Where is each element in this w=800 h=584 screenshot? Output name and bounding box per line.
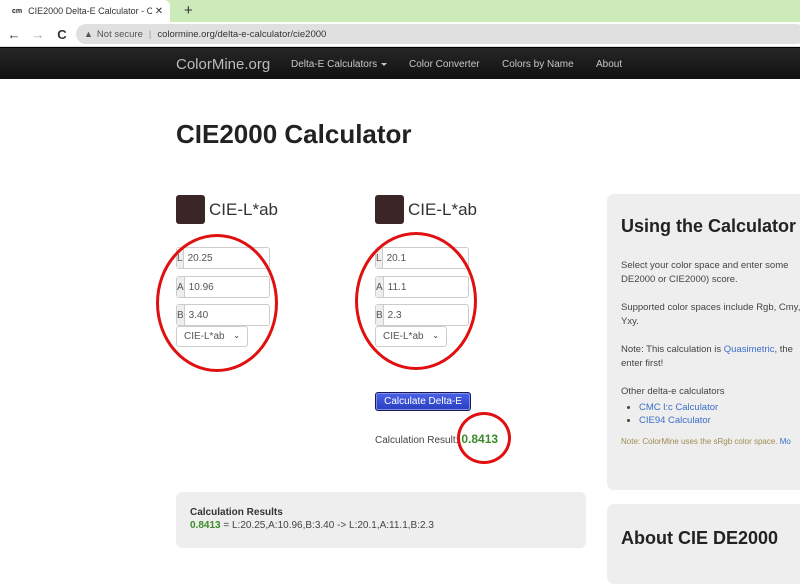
- color-2-space-label: CIE-L*ab: [408, 200, 477, 219]
- chevron-down-icon: ⌄: [233, 331, 240, 340]
- security-status[interactable]: Not secure: [97, 29, 143, 40]
- srgb-note: Note: ColorMine uses the sRgb color spac…: [621, 437, 793, 446]
- caret-down-icon: [381, 62, 388, 66]
- color-1-l-group: L: [176, 247, 320, 269]
- brand-logo[interactable]: ColorMine.org: [176, 56, 270, 73]
- b-addon: B: [376, 305, 384, 325]
- forward-arrow-icon[interactable]: →: [28, 27, 48, 42]
- results-heading: Calculation Results: [190, 507, 283, 518]
- using-calculator-panel: Using the Calculator Select your color s…: [607, 194, 800, 490]
- list-item: CIE94 Calculator: [639, 414, 793, 427]
- new-tab-button[interactable]: +: [184, 2, 193, 19]
- results-line: 0.8413 = L:20.25,A:10.96,B:3.40 -> L:20.…: [190, 520, 572, 531]
- url-text[interactable]: colormine.org/delta-e-calculator/cie2000: [157, 29, 326, 40]
- nav-colors-by-name[interactable]: Colors by Name: [502, 59, 574, 70]
- more-link[interactable]: Mo: [780, 437, 791, 446]
- close-tab-icon[interactable]: ✕: [152, 6, 166, 17]
- chevron-down-icon: ⌄: [432, 331, 439, 340]
- color-1-space-select[interactable]: CIE-L*ab ⌄: [176, 326, 248, 347]
- color-1-b-input[interactable]: [184, 305, 321, 325]
- browser-tab[interactable]: cm CIE2000 Delta-E Calculator - ColorMin…: [0, 0, 170, 22]
- color-1-swatch: [176, 195, 205, 224]
- color-2-a-input[interactable]: [383, 277, 520, 297]
- about-title: About CIE DE2000: [621, 528, 779, 548]
- result-label: Calculation Result:: [375, 435, 459, 446]
- address-bar-row: ← → C ▲ Not secure | colormine.org/delta…: [0, 22, 800, 47]
- cmc-calculator-link[interactable]: CMC l:c Calculator: [639, 402, 718, 413]
- text: , the: [774, 344, 793, 355]
- select-value: CIE-L*ab: [383, 331, 424, 342]
- nav-color-converter[interactable]: Color Converter: [409, 59, 480, 70]
- color-2-space-select[interactable]: CIE-L*ab ⌄: [375, 326, 447, 347]
- results-detail: = L:20.25,A:10.96,B:3.40 -> L:20.1,A:11.…: [220, 520, 434, 531]
- panel-paragraph-2: Supported color spaces include Rgb, Cmy,…: [621, 301, 800, 329]
- nav-about[interactable]: About: [596, 59, 622, 70]
- result-value: 0.8413: [461, 432, 499, 446]
- favicon-icon: cm: [12, 7, 23, 15]
- calculation-results-box: Calculation Results 0.8413 = L:20.25,A:1…: [176, 492, 586, 548]
- url-divider: |: [148, 28, 152, 40]
- color-1-b-group: B: [176, 304, 321, 326]
- quasimetric-link[interactable]: Quasimetric: [724, 344, 775, 355]
- color-2-swatch: [375, 195, 404, 224]
- text: Supported color spaces include Rgb, Cmy,: [621, 302, 800, 313]
- color-2-l-input[interactable]: [382, 248, 519, 268]
- list-item: CMC l:c Calculator: [639, 401, 793, 414]
- color-2-a-group: A: [375, 276, 520, 298]
- other-calculators-heading: Other delta-e calculators: [621, 386, 725, 397]
- reload-icon[interactable]: C: [52, 27, 72, 42]
- a-addon: A: [177, 277, 185, 297]
- page-title: CIE2000 Calculator: [176, 119, 412, 149]
- panel-title: Using the Calculator: [621, 216, 797, 236]
- results-value: 0.8413: [190, 520, 221, 531]
- color-1-space-label: CIE-L*ab: [209, 200, 278, 219]
- panel-paragraph-3: Note: This calculation is Quasimetric, t…: [621, 343, 793, 371]
- site-navbar: ColorMine.org Delta-E Calculators Color …: [0, 47, 800, 79]
- nav-delta-e-calculators[interactable]: Delta-E Calculators: [291, 59, 388, 70]
- select-value: CIE-L*ab: [184, 331, 225, 342]
- tab-title: CIE2000 Delta-E Calculator - ColorMine.o…: [28, 6, 152, 16]
- color-2-l-group: L: [375, 247, 519, 269]
- color-1-a-input[interactable]: [184, 277, 321, 297]
- url-bar[interactable]: ▲ Not secure | colormine.org/delta-e-cal…: [76, 24, 800, 44]
- other-calculators-list: CMC l:c Calculator CIE94 Calculator: [639, 401, 793, 427]
- panel-paragraph-1: Select your color space and enter some DE…: [621, 259, 793, 287]
- back-arrow-icon[interactable]: ←: [4, 27, 24, 42]
- calculation-result: Calculation Result: 0.8413: [375, 432, 498, 446]
- text: enter first!: [621, 358, 664, 369]
- browser-tab-bar: cm CIE2000 Delta-E Calculator - ColorMin…: [0, 0, 800, 22]
- cie94-calculator-link[interactable]: CIE94 Calculator: [639, 415, 711, 426]
- text: Select your color space and enter some: [621, 260, 789, 271]
- text: Note: ColorMine uses the sRgb color spac…: [621, 437, 780, 446]
- text: Note: This calculation is: [621, 344, 724, 355]
- nav-item-label: Delta-E Calculators: [291, 59, 378, 70]
- color-2-b-input[interactable]: [383, 305, 520, 325]
- color-1-a-group: A: [176, 276, 321, 298]
- color-1-l-input[interactable]: [183, 248, 320, 268]
- a-addon: A: [376, 277, 384, 297]
- text: Yxy.: [621, 316, 639, 327]
- calculate-delta-e-button[interactable]: Calculate Delta-E: [375, 392, 471, 411]
- color-2-b-group: B: [375, 304, 520, 326]
- text: DE2000 or CIE2000) score.: [621, 274, 738, 285]
- about-panel: About CIE DE2000: [607, 504, 800, 584]
- b-addon: B: [177, 305, 185, 325]
- warning-icon[interactable]: ▲: [84, 29, 93, 39]
